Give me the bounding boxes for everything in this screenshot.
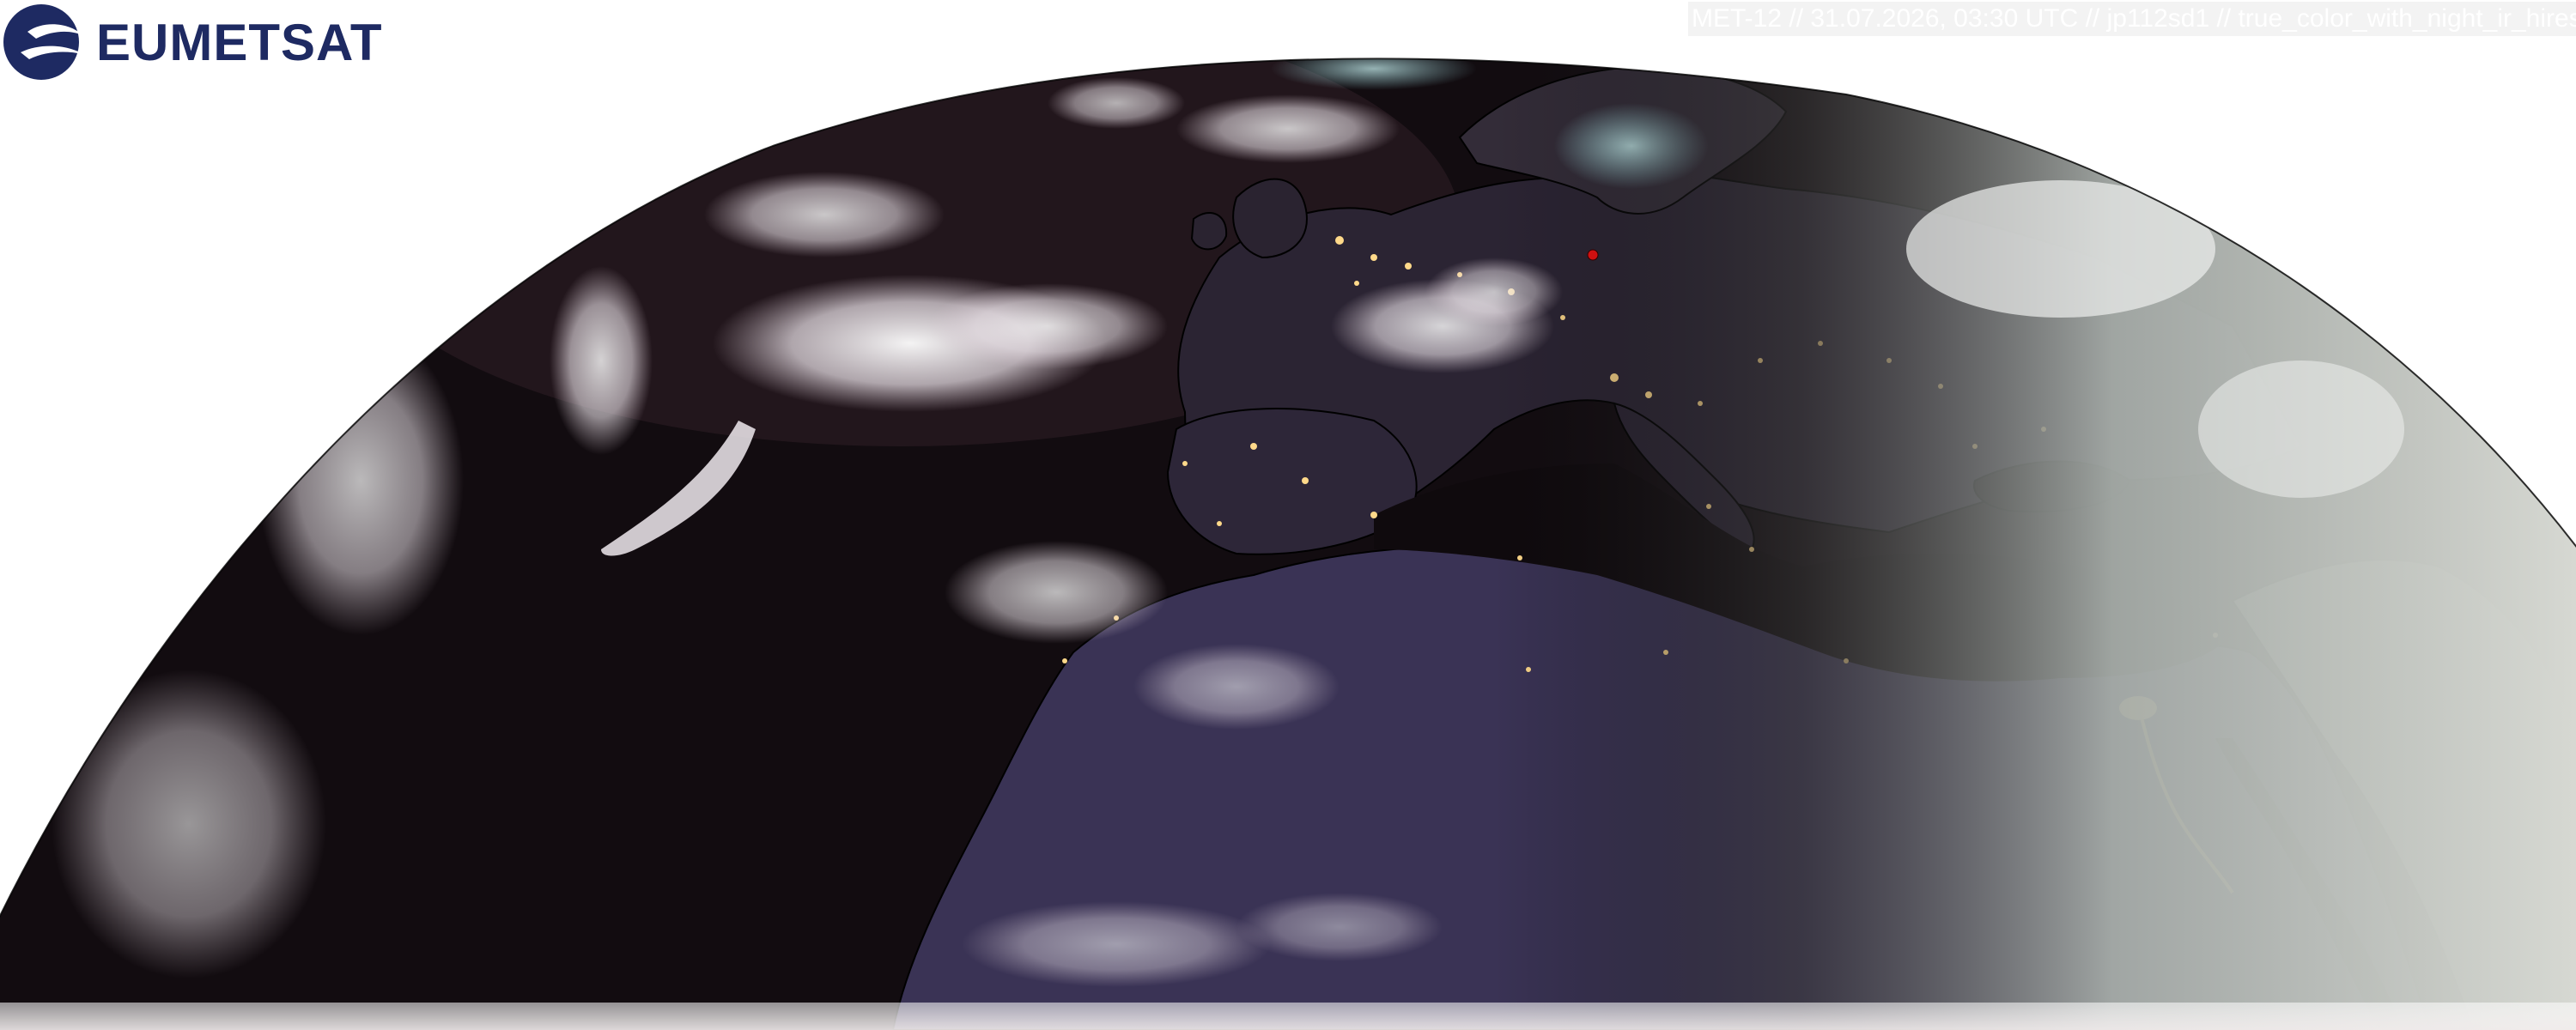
brand-name: EUMETSAT	[96, 13, 383, 71]
eumetsat-globe-icon	[3, 4, 82, 80]
cloud-russia-day	[1906, 180, 2215, 318]
cloud-caucasus-day	[2198, 360, 2404, 498]
satellite-earth-image	[0, 58, 2576, 1030]
image-caption: MET-12 // 31.07.2026, 03:30 UTC // jp112…	[1688, 2, 2576, 36]
location-marker	[1587, 249, 1599, 261]
bottom-haze	[0, 1003, 2576, 1030]
day-side-terminator	[0, 58, 2576, 1030]
eumetsat-logo: EUMETSAT	[0, 0, 426, 84]
